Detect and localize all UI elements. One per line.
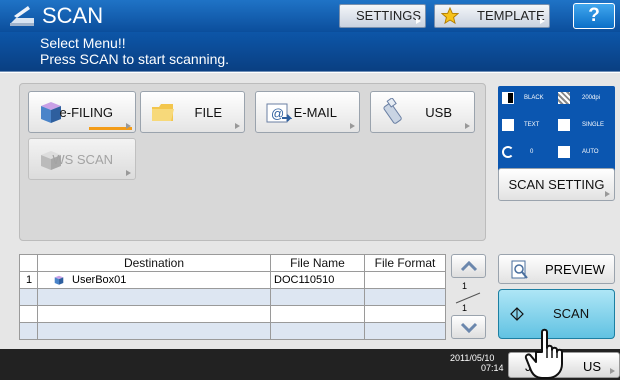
current-page: 1 [462,281,468,291]
usb-button[interactable]: USB [370,91,475,133]
arrow-right-icon [416,18,421,24]
file-name-header: File Name [290,256,345,270]
arrow-right-icon [126,123,131,129]
chevron-down-icon [460,322,478,333]
arrow-right-icon [235,123,240,129]
destination-header: Destination [123,256,185,270]
destination-value: UserBox01 [72,274,127,286]
hand-pointer-icon [524,328,563,379]
date-display: 2011/05/10 [450,353,495,363]
folder-icon [152,104,174,121]
duplex-value: SINGLE [582,122,605,128]
table-row[interactable] [20,322,445,339]
preview-label: PREVIEW [545,262,605,277]
resolution-value: 200dpi [582,95,601,101]
efiling-button[interactable]: e-FILING [28,91,136,133]
time-display: 07:14 [481,363,504,373]
chevron-up-icon [460,261,478,272]
help-button[interactable]: ? [573,3,615,29]
arrow-right-icon [350,123,355,129]
usb-label: USB [425,105,452,120]
message-line-1: Select Menu!! [40,35,126,51]
arrow-right-icon [610,368,615,374]
page-down-button[interactable] [451,315,486,339]
preview-icon [511,260,528,279]
original-mode-value: TEXT [524,122,540,128]
settings-label: SETTINGS [356,8,422,23]
email-label: E-MAIL [293,105,337,120]
arrow-right-icon [605,191,610,197]
settings-button[interactable]: SETTINGS [339,4,426,28]
destination-table: Destination File Name File Format 1 User… [19,254,446,340]
email-button[interactable]: @ E-MAIL [255,91,360,133]
file-label: FILE [194,105,222,120]
scanner-icon [10,6,34,26]
box-icon [54,275,64,285]
scan-label: SCAN [553,306,590,321]
page-title: SCAN [42,3,104,28]
rotation-icon [502,146,514,158]
page-up-button[interactable] [451,254,486,278]
usb-icon [383,98,402,124]
column-divider [37,255,38,339]
email-icon: @ [266,103,292,123]
total-pages: 1 [462,303,468,313]
column-divider [270,255,271,339]
row-number: 1 [26,274,33,286]
arrow-right-icon [465,123,470,129]
efiling-label: e-FILING [59,105,113,120]
table-row[interactable] [20,288,445,305]
star-icon [441,7,459,25]
table-row[interactable] [20,305,445,322]
duplex-icon [558,119,570,131]
message-line-2: Press SCAN to start scanning. [40,51,230,67]
original-size-icon [558,146,570,158]
file-format-header: File Format [374,256,436,270]
scan-setting-label: SCAN SETTING [508,177,605,192]
template-button[interactable]: TEMPLATE [434,4,550,28]
table-row[interactable]: 1 UserBox01 DOC110510 [20,271,445,288]
arrow-right-icon [540,18,545,24]
arrow-right-icon [126,170,131,176]
ws-scan-label: WS SCAN [52,152,113,167]
original-size-value: AUTO [582,149,599,155]
color-mode-value: BLACK [524,95,544,101]
original-mode-icon [502,119,514,131]
preview-button[interactable]: PREVIEW [498,254,615,284]
color-mode-icon [502,92,514,104]
start-icon [510,307,524,321]
job-status-label-right: US [583,359,602,374]
ws-scan-button[interactable]: WS SCAN [28,138,136,180]
scan-settings-summary: BLACK 200dpi TEXT SINGLE 0 AUTO [498,86,615,172]
file-button[interactable]: FILE [140,91,245,133]
column-divider [364,255,365,339]
file-name-value: DOC110510 [274,274,335,286]
scan-setting-button[interactable]: SCAN SETTING [498,168,615,201]
template-label: TEMPLATE [477,8,545,23]
resolution-icon [558,92,570,104]
rotation-value: 0 [530,149,534,155]
page-separator [455,292,481,304]
